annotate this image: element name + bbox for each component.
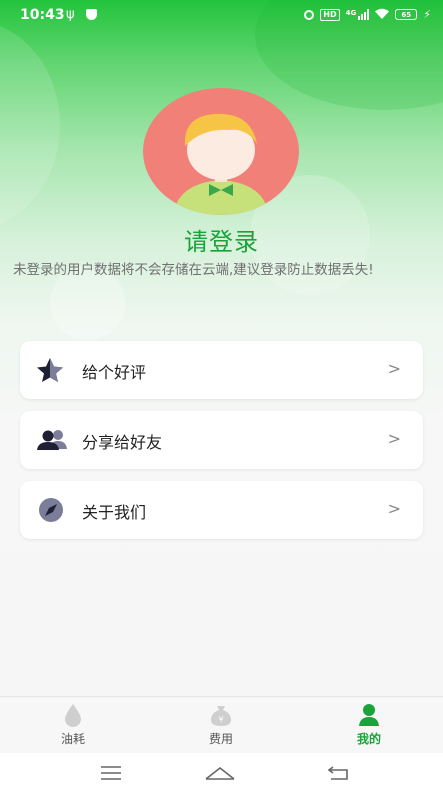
tab-fuel[interactable]: 油耗	[33, 703, 113, 747]
location-icon	[304, 9, 315, 20]
charging-icon: ⚡	[423, 8, 431, 21]
usb-icon: ψ	[66, 7, 75, 22]
battery-icon: 65	[395, 9, 418, 20]
menu-item-rate[interactable]: 给个好评 >	[20, 341, 423, 399]
avatar[interactable]	[143, 88, 299, 215]
signal-icon: 4G	[346, 9, 370, 20]
compass-icon	[35, 497, 69, 523]
drop-icon	[33, 703, 113, 727]
tab-cost[interactable]: ¥ 费用	[181, 703, 261, 747]
avatar-illustration	[173, 113, 269, 215]
hd-badge: HD	[320, 8, 340, 21]
chevron-right-icon: >	[387, 499, 401, 518]
battery-level: 65	[401, 10, 412, 19]
decor-blob	[0, 20, 60, 230]
login-title[interactable]: 请登录	[0, 222, 443, 257]
screen: 10:43 ψ HD 4G 65 ⚡ 请登录 未登录的用户数据将不会存储在云端,…	[0, 0, 443, 793]
chevron-right-icon: >	[387, 359, 401, 378]
home-icon[interactable]	[205, 763, 235, 783]
system-nav-bar	[0, 753, 443, 793]
tab-label: 我的	[356, 732, 381, 746]
svg-text:¥: ¥	[218, 715, 223, 724]
wifi-icon	[375, 8, 390, 21]
status-time: 10:43	[20, 7, 65, 23]
menu-item-label: 关于我们	[82, 503, 147, 522]
status-icons: HD 4G 65 ⚡	[304, 8, 431, 21]
login-notice: 未登录的用户数据将不会存储在云端,建议登录防止数据丢失!	[13, 262, 374, 278]
money-bag-icon: ¥	[181, 703, 261, 727]
menu-item-label: 给个好评	[82, 363, 147, 382]
shield-icon	[86, 9, 97, 20]
chevron-right-icon: >	[387, 429, 401, 448]
users-icon	[35, 427, 69, 453]
signal-label: 4G	[345, 9, 357, 17]
tab-mine[interactable]: 我的	[329, 703, 409, 747]
tab-label: 费用	[208, 732, 233, 746]
menu-item-share[interactable]: 分享给好友 >	[20, 411, 423, 469]
back-icon[interactable]	[323, 763, 353, 783]
menu-item-label: 分享给好友	[82, 433, 163, 452]
status-bar: 10:43 ψ HD 4G 65 ⚡	[0, 0, 443, 32]
menu-list: 给个好评 > 分享给好友 > 关于我们 >	[20, 341, 423, 551]
person-icon	[329, 703, 409, 727]
tab-bar: 油耗 ¥ 费用 我的	[0, 696, 443, 754]
menu-item-about[interactable]: 关于我们 >	[20, 481, 423, 539]
star-icon	[35, 357, 69, 383]
tab-label: 油耗	[60, 732, 85, 746]
menu-icon[interactable]	[96, 763, 126, 783]
